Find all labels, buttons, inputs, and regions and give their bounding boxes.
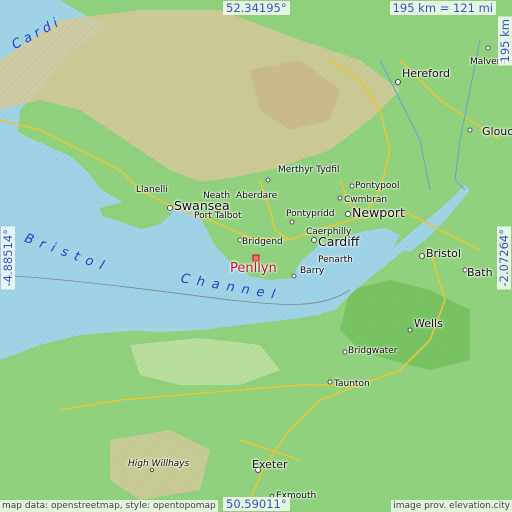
dot-newport xyxy=(345,211,351,217)
dot-pontypool xyxy=(349,183,355,189)
dot-pontypridd xyxy=(289,219,295,225)
dot-malvern xyxy=(485,45,491,51)
place-bridgend: Bridgend xyxy=(242,237,283,247)
place-high-willhays: High Willhays xyxy=(128,459,190,469)
scale-horizontal: 195 km = 121 mi xyxy=(389,1,496,15)
north-latitude: 52.34195° xyxy=(223,1,290,15)
place-hereford: Hereford xyxy=(402,67,451,80)
dot-taunton xyxy=(327,379,333,385)
dot-merthyr xyxy=(265,177,271,183)
place-port-talbot: Port Talbot xyxy=(194,211,242,221)
place-bristol: Bristol xyxy=(426,247,461,260)
place-newport: Newport xyxy=(352,205,405,220)
map-credit: map data: openstreetmap, style: opentopo… xyxy=(0,500,218,512)
east-longitude: -2.07264° xyxy=(497,226,511,290)
dot-wells xyxy=(407,327,413,333)
place-exeter: Exeter xyxy=(252,458,288,471)
south-latitude: 50.59011° xyxy=(223,497,290,511)
place-bath: Bath xyxy=(467,266,493,279)
dot-bridgwater xyxy=(342,349,348,355)
selected-place-penllyn: Penllyn xyxy=(230,261,277,276)
dot-barry xyxy=(291,273,297,279)
scale-vertical: 195 km xyxy=(498,16,512,66)
place-barry: Barry xyxy=(300,266,325,276)
place-taunton: Taunton xyxy=(334,379,370,389)
place-pontypridd: Pontypridd xyxy=(286,209,335,219)
place-wells: Wells xyxy=(414,317,443,330)
place-llanelli: Llanelli xyxy=(136,185,168,195)
place-bridgwater: Bridgwater xyxy=(348,346,398,356)
place-cardiff: Cardiff xyxy=(318,234,360,249)
place-merthyr: Merthyr Tydfil xyxy=(278,165,340,175)
place-glouc: Glouc xyxy=(482,125,512,138)
image-credit: image prov. elevation.city xyxy=(391,500,512,512)
dot-bristol xyxy=(419,253,425,259)
dot-cardiff xyxy=(311,237,317,243)
dot-swansea xyxy=(167,205,173,211)
place-aberdare: Aberdare xyxy=(236,191,278,201)
place-pontypool: Pontypool xyxy=(355,181,400,191)
dot-cwmbran xyxy=(337,195,343,201)
dot-hereford xyxy=(395,79,401,85)
west-longitude: -4.88514° xyxy=(1,226,15,290)
dot-glouc xyxy=(467,127,473,133)
